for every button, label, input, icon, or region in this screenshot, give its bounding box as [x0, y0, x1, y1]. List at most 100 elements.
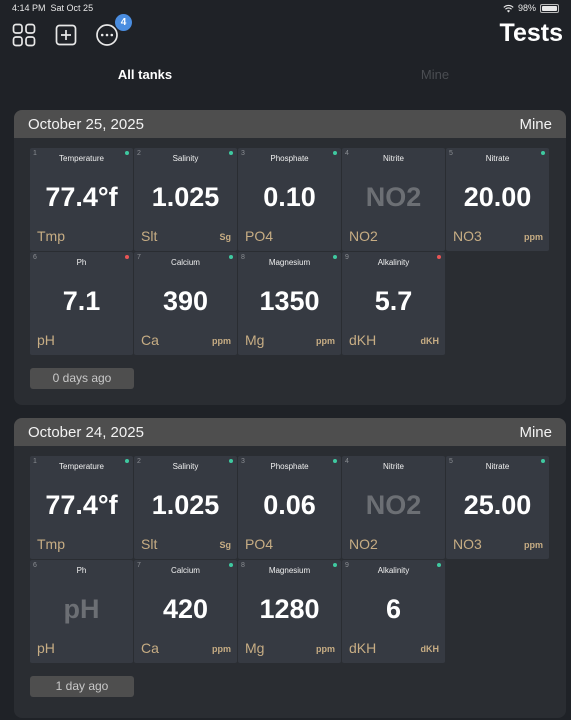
entry-tank-name: Mine [519, 115, 552, 133]
test-name: Nitrate [485, 462, 510, 471]
tank-filter-tabs: All tanks Mine [0, 67, 571, 87]
test-value: 0.06 [263, 490, 316, 520]
status-time-label: 4:14 PM [12, 3, 46, 13]
test-entry-card[interactable]: October 24, 2025 Mine 1 Temperature 77.4°f Tm… [14, 418, 566, 718]
time-ago-badge: 1 day ago [30, 676, 134, 697]
test-tile-calcium[interactable]: 7 Calcium 390 Ca ppm [134, 252, 237, 355]
test-abbreviation: pH [37, 332, 55, 348]
test-abbreviation: dKH [349, 640, 377, 656]
test-value: 1350 [259, 286, 320, 316]
test-tile-salinity[interactable]: 2 Salinity 1.025 Slt Sg [134, 456, 237, 559]
test-results-grid: 1 Temperature 77.4°f Tmp 2 Salinity 1.025 Slt Sg… [30, 148, 552, 355]
plus-square-icon [55, 24, 77, 46]
test-unit: dKH [420, 644, 440, 654]
test-tile-ph[interactable]: 6 Ph pH pH [30, 560, 133, 663]
test-abbreviation: Slt [141, 228, 158, 244]
status-dot-icon [333, 459, 337, 463]
test-value: 390 [162, 286, 209, 316]
test-tile-temperature[interactable]: 1 Temperature 77.4°f Tmp [30, 456, 133, 559]
test-name: Salinity [172, 462, 199, 471]
test-value: 1.025 [151, 182, 220, 212]
test-value: 7.1 [62, 286, 101, 316]
test-tile-nitrite[interactable]: 4 Nitrite NO2 NO2 [342, 456, 445, 559]
test-tile-alkalinity[interactable]: 9 Alkalinity 6 dKH dKH [342, 560, 445, 663]
test-value: 20.00 [463, 182, 532, 212]
test-abbreviation: PO4 [245, 228, 274, 244]
test-unit: dKH [420, 336, 440, 346]
test-name: Ph [76, 566, 87, 575]
status-dot-icon [541, 459, 545, 463]
status-dot-icon [333, 255, 337, 259]
toolbar: 4 Tests [0, 14, 571, 50]
status-dot-icon [125, 255, 129, 259]
test-unit: ppm [524, 232, 543, 242]
grid-view-button[interactable] [11, 22, 37, 48]
test-tile-temperature[interactable]: 1 Temperature 77.4°f Tmp [30, 148, 133, 251]
page-title: Tests [499, 19, 563, 47]
test-value: 77.4°f [45, 490, 118, 520]
card-header: October 24, 2025 Mine [14, 418, 566, 446]
test-abbreviation: PO4 [245, 536, 274, 552]
status-dot-icon [333, 151, 337, 155]
notification-badge: 4 [115, 14, 132, 31]
more-options-button[interactable]: 4 [94, 14, 132, 48]
test-name: Nitrite [383, 154, 404, 163]
test-value: 25.00 [463, 490, 532, 520]
test-abbreviation: NO3 [453, 536, 482, 552]
entry-date: October 24, 2025 [28, 423, 144, 441]
test-name: Calcium [171, 566, 200, 575]
battery-level-fill [542, 5, 557, 11]
test-abbreviation: Mg [245, 332, 265, 348]
test-tile-magnesium[interactable]: 8 Magnesium 1350 Mg ppm [238, 252, 341, 355]
test-name: Calcium [171, 258, 200, 267]
status-indicators: 98% [503, 3, 559, 13]
test-tile-calcium[interactable]: 7 Calcium 420 Ca ppm [134, 560, 237, 663]
add-test-button[interactable] [53, 22, 79, 48]
test-value: NO2 [365, 490, 422, 520]
status-dot-icon [125, 459, 129, 463]
test-value: 6 [385, 594, 402, 624]
test-abbreviation: Mg [245, 640, 265, 656]
test-tile-ph[interactable]: 6 Ph 7.1 pH [30, 252, 133, 355]
test-tile-phosphate[interactable]: 3 Phosphate 0.06 PO4 [238, 456, 341, 559]
test-unit: ppm [212, 644, 231, 654]
tab-all-tanks[interactable]: All tanks [45, 67, 245, 82]
test-unit: ppm [316, 336, 335, 346]
status-dot-icon [437, 255, 441, 259]
test-tile-nitrate[interactable]: 5 Nitrate 20.00 NO3 ppm [446, 148, 549, 251]
test-name: Salinity [172, 154, 199, 163]
test-name: Temperature [59, 154, 104, 163]
test-unit: ppm [212, 336, 231, 346]
test-name: Ph [76, 258, 87, 267]
status-dot-icon [125, 151, 129, 155]
battery-icon [540, 3, 559, 13]
test-tile-phosphate[interactable]: 3 Phosphate 0.10 PO4 [238, 148, 341, 251]
test-value: 420 [162, 594, 209, 624]
test-value: NO2 [365, 182, 422, 212]
status-time: 4:14 PM Sat Oct 25 [12, 3, 93, 13]
status-dot-icon [229, 151, 233, 155]
wifi-icon [503, 4, 514, 13]
test-tile-salinity[interactable]: 2 Salinity 1.025 Slt Sg [134, 148, 237, 251]
test-tile-nitrate[interactable]: 5 Nitrate 25.00 NO3 ppm [446, 456, 549, 559]
status-date-label: Sat Oct 25 [50, 3, 94, 13]
test-name: Phosphate [270, 462, 309, 471]
test-tile-magnesium[interactable]: 8 Magnesium 1280 Mg ppm [238, 560, 341, 663]
test-tile-nitrite[interactable]: 4 Nitrite NO2 NO2 [342, 148, 445, 251]
entry-date: October 25, 2025 [28, 115, 144, 133]
tab-mine[interactable]: Mine [335, 67, 535, 82]
test-unit: Sg [219, 540, 231, 550]
status-dot-icon [229, 255, 233, 259]
card-header: October 25, 2025 Mine [14, 110, 566, 138]
status-dot-icon [541, 151, 545, 155]
test-abbreviation: Slt [141, 536, 158, 552]
test-abbreviation: NO2 [349, 228, 378, 244]
test-tile-alkalinity[interactable]: 9 Alkalinity 5.7 dKH dKH [342, 252, 445, 355]
test-abbreviation: Tmp [37, 228, 65, 244]
test-abbreviation: NO2 [349, 536, 378, 552]
test-abbreviation: Tmp [37, 536, 65, 552]
test-name: Nitrite [383, 462, 404, 471]
test-name: Temperature [59, 462, 104, 471]
test-name: Magnesium [268, 566, 311, 575]
test-entry-card[interactable]: October 25, 2025 Mine 1 Temperature 77.4°f Tm… [14, 110, 566, 405]
